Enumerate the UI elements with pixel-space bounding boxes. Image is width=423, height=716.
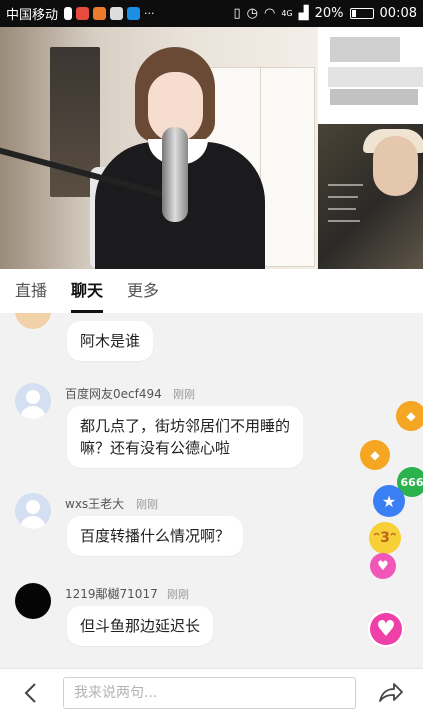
chat-text-line: 都几点了，街坊邻居们不用睡的 — [80, 417, 291, 435]
chat-timestamp: 刚刚 — [136, 498, 158, 511]
chat-text-line: 嘛？还有没有公德心啦 — [80, 439, 231, 457]
network-type-label: 4G — [281, 9, 293, 18]
chat-timestamp: 刚刚 — [167, 588, 189, 601]
side-figure-face — [373, 136, 418, 196]
lyric-line — [328, 220, 360, 222]
sim-icon — [64, 7, 73, 20]
gallery-icon — [110, 7, 124, 20]
back-arrow-icon[interactable] — [18, 679, 44, 707]
avatar[interactable] — [15, 493, 51, 529]
chat-username[interactable]: wxs王老大 — [65, 495, 124, 512]
like-heart-button[interactable]: ♥ — [367, 610, 405, 648]
streamer-video — [0, 27, 318, 269]
chat-list[interactable]: 阿木是谁 百度网友0ecf494 刚刚 都几点了，街坊邻居们不用睡的 嘛？还有没… — [0, 313, 423, 668]
chat-bubble: 但斗鱼那边延迟长 — [67, 606, 214, 646]
battery-percent: 20% — [314, 6, 344, 21]
vibrate-icon: ▯ — [233, 6, 241, 21]
blurred-region — [330, 37, 400, 62]
chat-bubble: 百度转播什么情况啊？ — [67, 516, 244, 556]
chat-input[interactable] — [63, 677, 356, 709]
carrier-label: 中国移动 — [6, 8, 59, 23]
tab-chat[interactable]: 聊天 — [71, 269, 104, 313]
input-bar — [0, 668, 423, 716]
clock: 00:08 — [379, 6, 417, 21]
side-panel — [318, 27, 423, 269]
chat-bubble: 阿木是谁 — [67, 321, 154, 361]
tab-bar: 直播 聊天 更多 — [0, 269, 423, 313]
battery-icon — [349, 8, 374, 19]
lyric-line — [328, 196, 358, 198]
tab-live[interactable]: 直播 — [15, 269, 47, 313]
star-icon: ★ — [373, 485, 405, 517]
avatar[interactable] — [15, 583, 51, 619]
status-bar: 中国移动 ··· ▯ ◷ ◠ 4G ▟ 20% 00:08 — [0, 0, 423, 27]
share-icon[interactable] — [376, 679, 404, 707]
blurred-region — [328, 67, 423, 87]
chat-username[interactable]: 1219鄅樾71017 — [65, 585, 158, 602]
lyric-line — [328, 184, 363, 186]
heart-icon: ♥ — [370, 553, 396, 579]
video-app-icon — [93, 7, 107, 20]
signal-icon: ▟ — [298, 6, 309, 21]
baidu-app-icon — [127, 7, 141, 20]
kiss-emoji-icon: ᵔ3ᵔ — [369, 522, 401, 554]
app-notification-icon — [76, 7, 90, 20]
wifi-icon: ◠ — [263, 6, 276, 21]
lyric-line — [328, 208, 356, 210]
alarm-icon: ◷ — [246, 6, 258, 21]
live-chat-screen: 中国移动 ··· ▯ ◷ ◠ 4G ▟ 20% 00:08 直播 聊天 更多 阿… — [0, 0, 423, 716]
microphone — [162, 127, 188, 222]
avatar[interactable] — [15, 313, 51, 329]
live-video-player[interactable] — [0, 27, 423, 269]
chat-bubble: 都几点了，街坊邻居们不用睡的 嘛？还有没有公德心啦 — [67, 406, 304, 468]
diamond-icon: ◆ — [360, 440, 390, 470]
chat-username[interactable]: 百度网友0ecf494 — [65, 385, 162, 402]
diamond-icon: ◆ — [396, 401, 423, 431]
side-video-thumbnail — [318, 124, 423, 269]
tab-more[interactable]: 更多 — [127, 269, 159, 313]
chat-timestamp: 刚刚 — [173, 388, 195, 401]
more-notifications-icon: ··· — [144, 7, 155, 20]
avatar[interactable] — [15, 383, 51, 419]
blurred-region — [330, 89, 418, 105]
